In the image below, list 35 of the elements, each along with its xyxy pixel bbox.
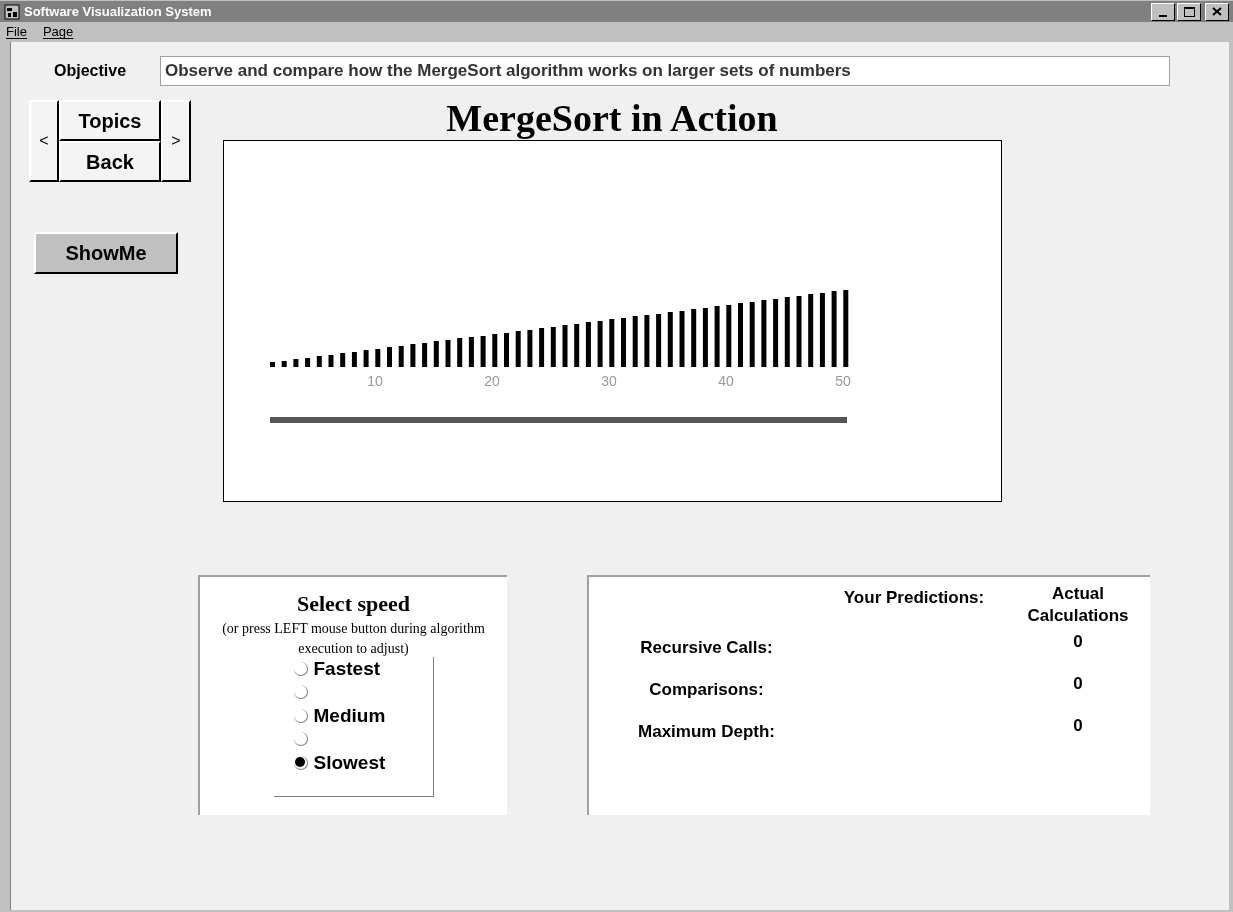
radio-button[interactable] [293,755,308,770]
axis-label: 10 [367,372,383,391]
window-title: Software Visualization System [24,2,212,21]
minimize-button[interactable] [1151,2,1175,21]
back-button[interactable]: Back [59,141,161,182]
axis-label: 30 [601,372,617,391]
app-icon [4,3,20,20]
stat-value: 0 [1072,631,1084,653]
axis-label: 40 [718,372,734,391]
close-icon [1212,7,1222,16]
speed-title: Select speed [297,591,410,617]
stat-label: Maximum Depth: [637,721,776,744]
radio-label: Medium [313,703,386,728]
next-button[interactable]: > [161,100,191,182]
stat-value: 0 [1072,715,1084,737]
radio-label: Slowest [313,750,386,775]
maximize-button[interactable] [1177,2,1201,21]
stat-label: Comparisons: [648,679,765,702]
show-me-button[interactable]: ShowMe [34,232,178,274]
objective-field: Observe and compare how the MergeSort algorithm works on larger sets of numbers [160,56,1170,86]
menu-item[interactable]: Page [42,22,74,42]
menu-item[interactable]: File [6,22,27,42]
column-header: Your Predictions: [842,587,986,609]
speed-hint: (or press LEFT mouse button during algorithm execution to adjust) [221,620,486,658]
topics-button[interactable]: Topics [59,100,161,141]
column-header: Actual Calculations [1026,583,1130,627]
radio-label: Fastest [313,656,381,681]
axis-label: 20 [484,372,500,391]
previous-button[interactable]: < [29,100,59,182]
stat-value: 0 [1072,673,1084,695]
stat-label: Recursive Calls: [639,637,774,660]
objective-label: Objective [54,61,128,81]
close-button[interactable] [1205,2,1229,21]
axis-label: 50 [835,372,851,391]
page-heading: MergeSort in Action [445,96,779,140]
